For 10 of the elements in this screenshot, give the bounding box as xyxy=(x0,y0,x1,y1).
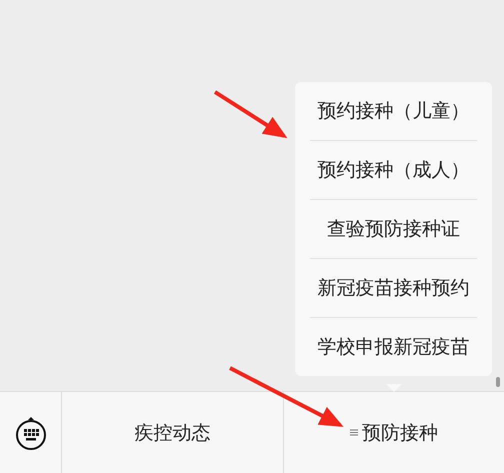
menu-item[interactable]: 预约接种（成人） xyxy=(295,141,492,199)
menu-item[interactable]: 预约接种（儿童） xyxy=(295,82,492,140)
menu-icon xyxy=(350,429,358,436)
menu-item[interactable]: 查验预防接种证 xyxy=(295,200,492,258)
menu-tab[interactable]: 疾控动态 xyxy=(62,392,282,473)
scrollbar xyxy=(496,377,500,387)
menu-item[interactable]: 新冠疫苗接种预约 xyxy=(295,259,492,317)
menu-item[interactable]: 学校申报新冠疫苗 xyxy=(295,318,492,376)
menu-tab[interactable]: 预防接种 xyxy=(282,392,504,473)
keyboard-icon xyxy=(14,416,46,450)
